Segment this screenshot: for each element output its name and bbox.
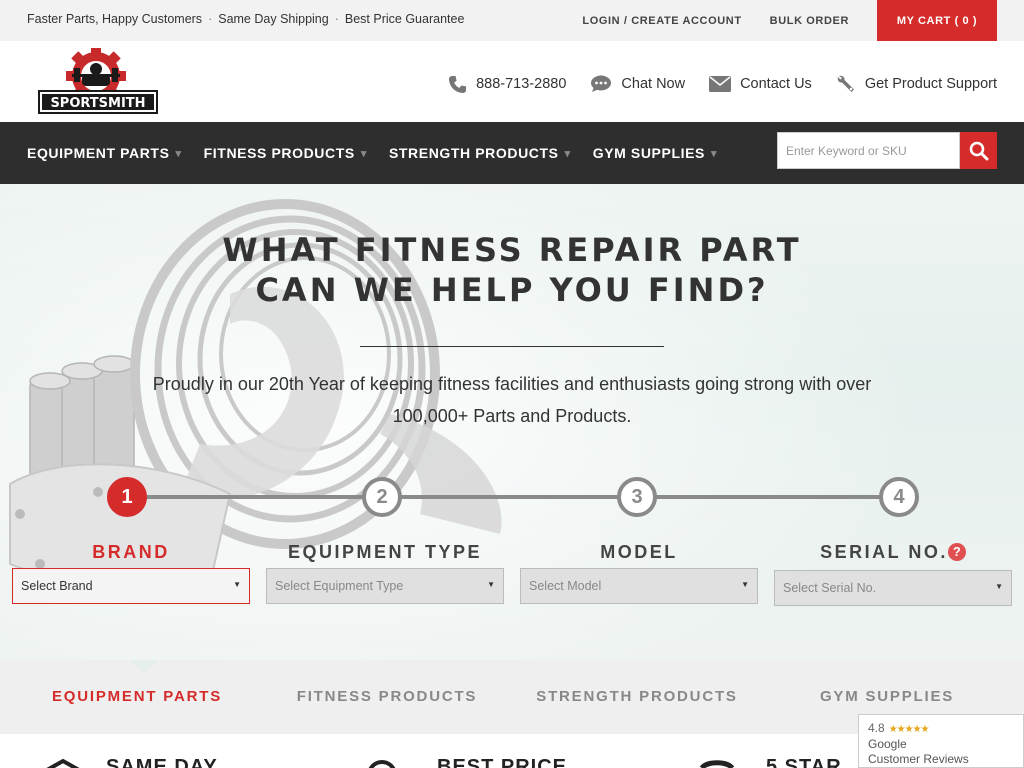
nav-equipment-parts[interactable]: EQUIPMENT PARTS ▾ [27, 145, 182, 161]
equipment-type-select[interactable]: Select Equipment Type ▼ [266, 568, 504, 604]
login-link[interactable]: LOGIN / CREATE ACCOUNT [582, 15, 741, 27]
nav-strength-products[interactable]: STRENGTH PRODUCTS ▾ [389, 145, 571, 161]
chat-label: Chat Now [621, 76, 686, 92]
step-label-brand: BRAND [92, 542, 170, 562]
hero-title-line: WHAT FITNESS REPAIR PART [222, 231, 802, 269]
nav-label: STRENGTH PRODUCTS [388, 145, 559, 161]
select-arrow-icon: ▼ [487, 580, 495, 589]
step-label-model: MODEL [600, 542, 678, 562]
account-links: LOGIN / CREATE ACCOUNT BULK ORDER MY CAR… [582, 0, 1024, 41]
step-2-circle: 2 [362, 477, 402, 517]
customer-reviews-label: Customer Reviews [868, 752, 969, 766]
caret-down-icon: ▾ [564, 147, 571, 160]
step-label-equipment-type: EQUIPMENT TYPE [287, 542, 483, 562]
support-link[interactable]: Get Product Support [836, 74, 997, 94]
search-icon [969, 141, 988, 160]
wrench-icon [837, 75, 854, 92]
review-rating-row: 4.8 ★★★★★ [868, 719, 1014, 737]
serial-select-value: Select Serial No. [783, 581, 877, 595]
step-3-circle: 3 [617, 477, 657, 517]
part-finder-hero: WHAT FITNESS REPAIR PART CAN WE HELP YOU… [0, 184, 1024, 660]
select-arrow-icon: ▼ [995, 582, 1003, 591]
review-rating: 4.8 [868, 721, 885, 735]
tagline-item: Same Day Shipping [218, 12, 329, 26]
equipment-type-select-value: Select Equipment Type [275, 579, 404, 593]
top-bar: Faster Parts, Happy Customers · Same Day S… [0, 0, 1024, 41]
hero-title: WHAT FITNESS REPAIR PART CAN WE HELP YOU… [0, 230, 1024, 310]
sportsmith-logo[interactable]: SPORTSMITH [36, 46, 160, 116]
tab-equipment-parts[interactable]: EQUIPMENT PARTS [12, 688, 262, 705]
cart-button[interactable]: MY CART ( 0 ) [877, 0, 997, 41]
chat-bubble-icon [591, 75, 612, 92]
contact-link[interactable]: Contact Us [709, 76, 812, 92]
serial-select[interactable]: Select Serial No. ▼ [774, 570, 1012, 606]
phone-link[interactable]: 888-713-2880 [448, 75, 566, 94]
tagline-item: Faster Parts, Happy Customers [27, 12, 203, 26]
nav-label: EQUIPMENT PARTS [27, 145, 170, 161]
nav-label: GYM SUPPLIES [592, 145, 705, 161]
chat-link[interactable]: Chat Now [590, 75, 685, 93]
help-icon[interactable]: ? [947, 543, 966, 561]
step-label-serial: SERIAL NO.? [774, 542, 1012, 563]
google-label: Google [868, 737, 907, 751]
envelope-icon [709, 76, 732, 92]
tagline-separator: · [334, 12, 339, 26]
contact-label: Contact Us [740, 76, 812, 92]
shipping-box-icon [46, 758, 80, 768]
brand-select[interactable]: Select Brand ▼ [12, 568, 250, 604]
star-badge-icon [699, 760, 735, 768]
search-input[interactable]: Enter Keyword or SKU [777, 132, 960, 169]
step-1-circle: 1 [107, 477, 147, 517]
hero-title-line: CAN WE HELP YOU FIND? [255, 271, 769, 309]
nav-label: FITNESS PRODUCTS [203, 145, 355, 161]
google-reviews-badge[interactable]: 4.8 ★★★★★ Google Customer Reviews [858, 714, 1024, 768]
nav-menu: EQUIPMENT PARTS ▾ FITNESS PRODUCTS ▾ STREN… [27, 122, 739, 184]
nav-fitness-products[interactable]: FITNESS PRODUCTS ▾ [204, 145, 367, 161]
hero-subtitle: Proudly in our 20th Year of keeping fitn… [152, 374, 872, 426]
steps-progress-line [127, 495, 899, 499]
contact-row: 888-713-2880 Chat Now Contact Us Get Pro… [424, 74, 997, 94]
select-arrow-icon: ▼ [741, 580, 749, 589]
bulk-order-link[interactable]: BULK ORDER [770, 15, 849, 27]
active-tab-pointer [129, 660, 159, 675]
feature-same-day: SAME DAY [106, 756, 218, 768]
price-tag-icon [367, 760, 397, 768]
phone-number: 888-713-2880 [476, 76, 567, 92]
select-arrow-icon: ▼ [233, 580, 241, 589]
step-label-serial-text: SERIAL NO. [820, 542, 948, 562]
model-select-value: Select Model [529, 579, 602, 593]
tagline-separator: · [208, 12, 213, 26]
phone-icon [449, 75, 467, 93]
nav-gym-supplies[interactable]: GYM SUPPLIES ▾ [593, 145, 717, 161]
caret-down-icon: ▾ [175, 147, 182, 160]
brand-select-value: Select Brand [21, 579, 93, 593]
search-button[interactable] [960, 132, 997, 169]
header: SPORTSMITH 888-713-2880 Chat Now Contact… [0, 41, 1024, 122]
support-label: Get Product Support [864, 76, 997, 92]
tab-strength-products[interactable]: STRENGTH PRODUCTS [512, 688, 762, 705]
caret-down-icon: ▾ [360, 147, 367, 160]
feature-best-price: BEST PRICE [437, 756, 568, 768]
tagline-item: Best Price Guarantee [344, 12, 465, 26]
star-rating-icon: ★★★★★ [888, 724, 930, 735]
caret-down-icon: ▾ [710, 147, 718, 160]
tagline: Faster Parts, Happy Customers · Same Day S… [27, 12, 464, 26]
tab-gym-supplies[interactable]: GYM SUPPLIES [762, 688, 1012, 705]
step-4-circle: 4 [879, 477, 919, 517]
feature-5-star: 5 STAR [766, 756, 842, 768]
logo-wordmark: SPORTSMITH [50, 96, 145, 111]
main-nav: EQUIPMENT PARTS ▾ FITNESS PRODUCTS ▾ STREN… [0, 122, 1024, 184]
tab-fitness-products[interactable]: FITNESS PRODUCTS [262, 688, 512, 705]
model-select[interactable]: Select Model ▼ [520, 568, 758, 604]
divider [360, 346, 664, 347]
